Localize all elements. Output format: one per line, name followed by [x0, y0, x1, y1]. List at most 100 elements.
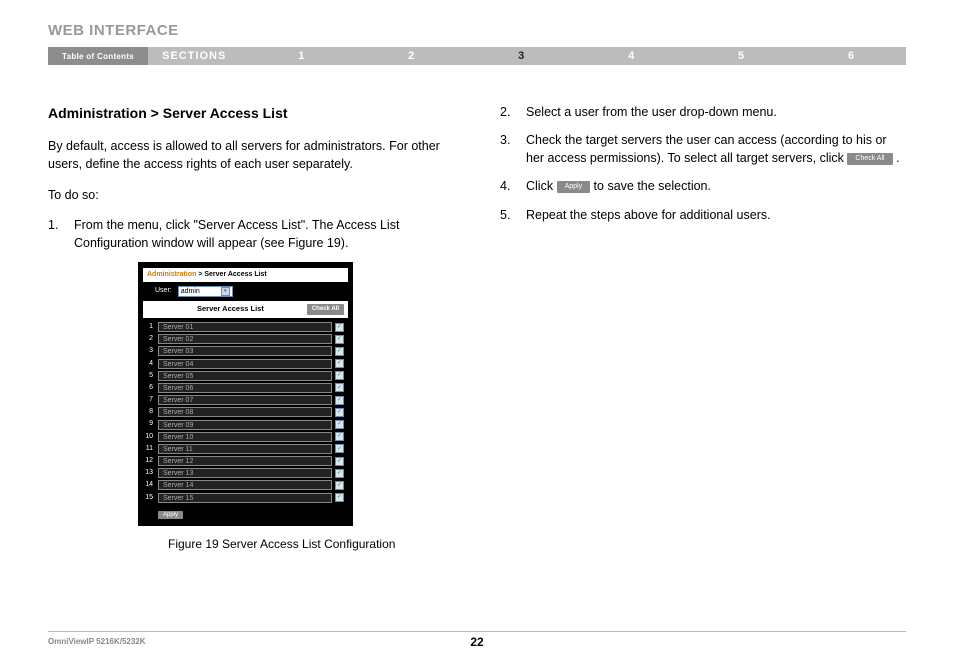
server-name: Server 07: [158, 395, 332, 405]
apply-inline-button: Apply: [557, 181, 591, 193]
server-checkbox[interactable]: ✓: [335, 493, 344, 502]
server-name: Server 02: [158, 334, 332, 344]
section-1[interactable]: 1: [246, 50, 356, 62]
server-row: 3Server 03✓: [143, 345, 348, 357]
section-4[interactable]: 4: [576, 50, 686, 62]
server-checkbox[interactable]: ✓: [335, 347, 344, 356]
server-index: 9: [143, 419, 155, 429]
product-name: OmniViewIP 5216K/5232K: [48, 637, 146, 646]
section-heading: Administration > Server Access List: [48, 103, 454, 123]
breadcrumb: Administration > Server Access List: [143, 268, 348, 282]
server-row: 9Server 09✓: [143, 418, 348, 430]
server-row: 7Server 07✓: [143, 394, 348, 406]
server-row: 10Server 10✓: [143, 431, 348, 443]
section-2[interactable]: 2: [356, 50, 466, 62]
server-checkbox[interactable]: ✓: [335, 335, 344, 344]
server-row: 5Server 05✓: [143, 370, 348, 382]
apply-button[interactable]: Apply: [158, 511, 183, 519]
section-5[interactable]: 5: [686, 50, 796, 62]
section-nav: Table of Contents SECTIONS 1 2 3 4 5 6: [48, 47, 906, 65]
todo-text: To do so:: [48, 186, 454, 204]
server-index: 8: [143, 407, 155, 417]
server-index: 3: [143, 346, 155, 356]
server-index: 5: [143, 371, 155, 381]
step-text: Repeat the steps above for additional us…: [526, 206, 906, 224]
page-number: 22: [470, 635, 483, 649]
user-label: User:: [155, 286, 172, 296]
step-number: 4.: [500, 177, 526, 195]
server-name: Server 12: [158, 456, 332, 466]
server-checkbox[interactable]: ✓: [335, 323, 344, 332]
step-number: 5.: [500, 206, 526, 224]
server-row: 11Server 11✓: [143, 443, 348, 455]
server-checkbox[interactable]: ✓: [335, 420, 344, 429]
server-checkbox[interactable]: ✓: [335, 396, 344, 405]
server-row: 2Server 02✓: [143, 333, 348, 345]
section-6[interactable]: 6: [796, 50, 906, 62]
step-text: Check the target servers the user can ac…: [526, 131, 906, 167]
server-name: Server 08: [158, 407, 332, 417]
step-text-a: Check the target servers the user can ac…: [526, 133, 887, 165]
step-text: From the menu, click "Server Access List…: [74, 216, 454, 252]
figure: Administration > Server Access List User…: [138, 262, 454, 553]
server-index: 15: [143, 493, 155, 503]
intro-text: By default, access is allowed to all ser…: [48, 137, 454, 173]
server-checkbox[interactable]: ✓: [335, 383, 344, 392]
breadcrumb-rest: > Server Access List: [196, 271, 266, 278]
server-row: 12Server 12✓: [143, 455, 348, 467]
server-row: 8Server 08✓: [143, 406, 348, 418]
toc-link[interactable]: Table of Contents: [48, 47, 148, 65]
server-name: Server 05: [158, 371, 332, 381]
list-title: Server Access List: [197, 304, 264, 315]
server-name: Server 14: [158, 480, 332, 490]
server-index: 14: [143, 480, 155, 490]
step-number: 1.: [48, 216, 74, 252]
server-index: 7: [143, 395, 155, 405]
server-name: Server 01: [158, 322, 332, 332]
server-checkbox[interactable]: ✓: [335, 371, 344, 380]
check-all-button[interactable]: Check All: [307, 304, 344, 315]
server-index: 2: [143, 334, 155, 344]
server-checkbox[interactable]: ✓: [335, 444, 344, 453]
server-name: Server 06: [158, 383, 332, 393]
server-name: Server 09: [158, 420, 332, 430]
left-column: Administration > Server Access List By d…: [48, 103, 454, 559]
section-3[interactable]: 3: [466, 50, 576, 62]
check-all-inline-button: Check All: [847, 153, 892, 165]
server-row: 14Server 14✓: [143, 479, 348, 491]
user-select[interactable]: admin ▾: [178, 286, 233, 297]
server-row: 13Server 13✓: [143, 467, 348, 479]
server-checkbox[interactable]: ✓: [335, 469, 344, 478]
server-row: 4Server 04✓: [143, 358, 348, 370]
server-name: Server 15: [158, 493, 332, 503]
server-checkbox[interactable]: ✓: [335, 359, 344, 368]
user-select-value: admin: [181, 287, 200, 297]
page-header: WEB INTERFACE: [48, 22, 906, 39]
server-index: 4: [143, 359, 155, 369]
step-number: 3.: [500, 131, 526, 167]
server-index: 6: [143, 383, 155, 393]
chevron-down-icon: ▾: [221, 287, 230, 296]
step-text: Select a user from the user drop-down me…: [526, 103, 906, 121]
server-checkbox[interactable]: ✓: [335, 432, 344, 441]
server-checkbox[interactable]: ✓: [335, 408, 344, 417]
right-column: 2. Select a user from the user drop-down…: [500, 103, 906, 559]
server-checkbox[interactable]: ✓: [335, 457, 344, 466]
server-checkbox[interactable]: ✓: [335, 481, 344, 490]
server-name: Server 10: [158, 432, 332, 442]
server-row: 6Server 06✓: [143, 382, 348, 394]
server-row: 15Server 15✓: [143, 492, 348, 504]
step-number: 2.: [500, 103, 526, 121]
screenshot: Administration > Server Access List User…: [138, 262, 353, 526]
server-index: 11: [143, 444, 155, 454]
server-index: 10: [143, 432, 155, 442]
server-name: Server 13: [158, 468, 332, 478]
step-text-b: .: [893, 151, 900, 165]
step-text-b: to save the selection.: [590, 179, 711, 193]
step-text: Click Apply to save the selection.: [526, 177, 906, 195]
server-row: 1Server 01✓: [143, 321, 348, 333]
step-text-a: Click: [526, 179, 557, 193]
figure-caption: Figure 19 Server Access List Configurati…: [168, 536, 454, 553]
breadcrumb-admin: Administration: [147, 271, 196, 278]
server-index: 12: [143, 456, 155, 466]
